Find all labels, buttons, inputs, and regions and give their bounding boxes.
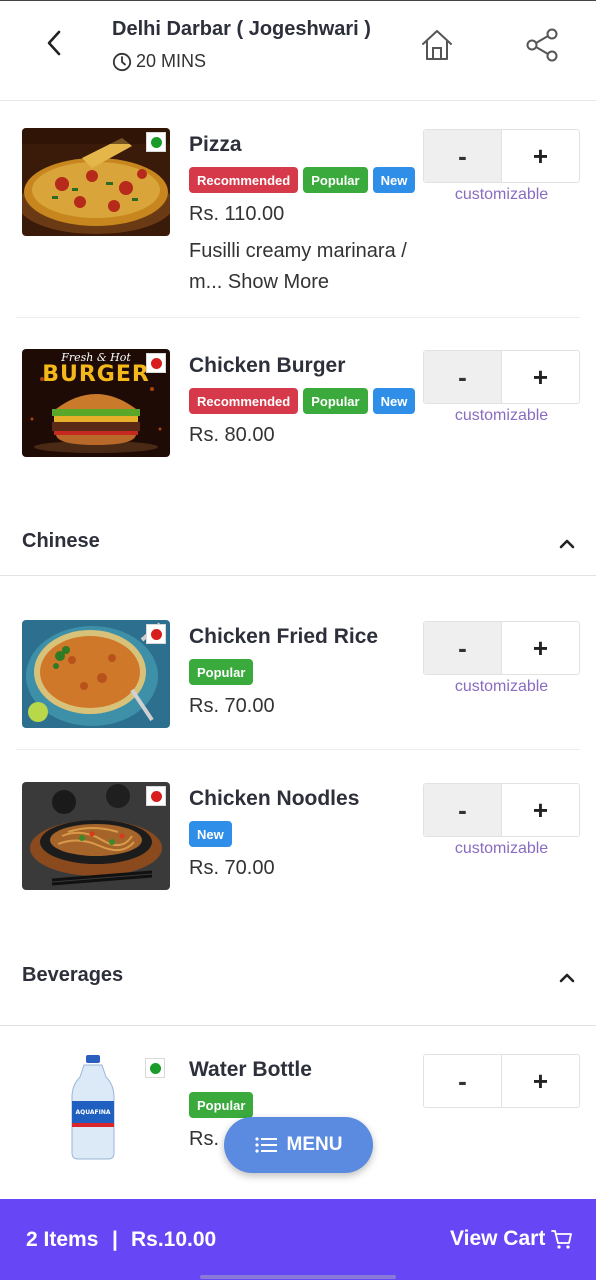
- cart-item-count: 2 Items: [26, 1228, 99, 1251]
- nonveg-badge: [146, 624, 166, 644]
- item-price: Rs. 70.00: [189, 857, 275, 879]
- popular-tag: Popular: [303, 388, 368, 414]
- item-tags: Popular: [189, 659, 254, 685]
- home-button[interactable]: [419, 27, 455, 63]
- list-icon: [254, 1137, 277, 1153]
- popular-tag: Popular: [303, 167, 368, 193]
- customizable-label[interactable]: customizable: [423, 186, 580, 204]
- veg-badge: [145, 1058, 165, 1078]
- chevron-up-icon: [556, 968, 578, 986]
- nonveg-dot: [150, 628, 162, 640]
- fried-rice-image: [22, 620, 170, 728]
- nonveg-badge: [146, 353, 166, 373]
- pizza-image: [22, 128, 170, 236]
- view-cart-button[interactable]: View Cart: [450, 1227, 573, 1251]
- divider: [16, 749, 580, 750]
- home-indicator: [200, 1275, 396, 1279]
- menu-button[interactable]: MENU: [224, 1117, 373, 1173]
- delivery-eta: 20 MINS: [112, 51, 206, 72]
- item-tags: Recommended Popular New: [189, 388, 416, 414]
- item-tags: Popular: [189, 1092, 254, 1118]
- bottle-label-text: AQUAFINA: [75, 1109, 111, 1116]
- nonveg-badge: [146, 786, 166, 806]
- chevron-up-icon: [556, 534, 578, 552]
- recommended-tag: Recommended: [189, 167, 299, 193]
- home-icon: [422, 30, 452, 60]
- divider: [16, 317, 580, 318]
- item-price: Rs. 110.00: [189, 203, 285, 225]
- increase-button[interactable]: +: [502, 130, 579, 182]
- back-button[interactable]: [38, 27, 70, 59]
- customizable-label[interactable]: customizable: [423, 840, 580, 858]
- increase-button[interactable]: +: [502, 1055, 579, 1107]
- customizable-label[interactable]: customizable: [423, 407, 580, 425]
- menu-item: Chicken Noodles New Rs. 70.00 - + custom…: [0, 756, 596, 916]
- menu-item: Fresh & Hot BURGER Chicken Burger Recomm…: [0, 323, 596, 483]
- item-description: Fusilli creamy marinara / m... Show More: [189, 236, 421, 298]
- decrease-button[interactable]: -: [424, 351, 502, 403]
- eta-label: 20 MINS: [136, 51, 207, 71]
- new-tag: New: [189, 821, 232, 847]
- section-title: Chinese: [22, 530, 100, 552]
- menu-button-label: MENU: [286, 1134, 343, 1155]
- share-button[interactable]: [524, 27, 560, 63]
- menu-item: Chicken Fried Rice Popular Rs. 70.00 - +…: [0, 594, 596, 750]
- clock-icon: [112, 52, 132, 71]
- item-tags: Recommended Popular New: [189, 167, 416, 193]
- veg-dot: [149, 1062, 161, 1074]
- cart-icon: [551, 1230, 573, 1249]
- veg-dot: [150, 136, 162, 148]
- restaurant-title: Delhi Darbar ( Jogeshwari ): [112, 18, 371, 40]
- share-icon: [526, 28, 558, 62]
- item-name: Chicken Fried Rice: [189, 625, 379, 648]
- item-name: Chicken Noodles: [189, 787, 360, 810]
- quantity-stepper: - +: [423, 783, 580, 837]
- increase-button[interactable]: +: [502, 784, 579, 836]
- menu-item: AQUAFINA Water Bottle Popular Rs. - +: [0, 1027, 596, 1199]
- section-title: Beverages: [22, 964, 124, 986]
- quantity-stepper: - +: [423, 621, 580, 675]
- quantity-stepper: - +: [423, 129, 580, 183]
- popular-tag: Popular: [189, 1092, 254, 1118]
- section-header-beverages[interactable]: Beverages: [0, 944, 596, 1026]
- quantity-stepper: - +: [423, 1054, 580, 1108]
- decrease-button[interactable]: -: [424, 784, 502, 836]
- noodles-image: [22, 782, 170, 890]
- decrease-button[interactable]: -: [424, 1055, 502, 1107]
- item-tags: New: [189, 821, 232, 847]
- item-name: Water Bottle: [189, 1058, 312, 1081]
- new-tag: New: [372, 167, 416, 193]
- item-price: Rs. 80.00: [189, 424, 275, 446]
- view-cart-label: View Cart: [450, 1227, 546, 1250]
- decrease-button[interactable]: -: [424, 622, 502, 674]
- nonveg-dot: [150, 790, 162, 802]
- increase-button[interactable]: +: [502, 622, 579, 674]
- cart-total: Rs.10.00: [131, 1228, 217, 1251]
- nonveg-dot: [150, 357, 162, 369]
- burger-image: Fresh & Hot BURGER: [22, 349, 170, 457]
- popular-tag: Popular: [189, 659, 254, 685]
- new-tag: New: [372, 388, 416, 414]
- veg-badge: [146, 132, 166, 152]
- restaurant-header: Delhi Darbar ( Jogeshwari ) 20 MINS: [0, 1, 596, 101]
- water-bottle-image: AQUAFINA: [22, 1053, 170, 1161]
- cart-separator: |: [112, 1228, 118, 1251]
- increase-button[interactable]: +: [502, 351, 579, 403]
- customizable-label[interactable]: customizable: [423, 678, 580, 696]
- item-price: Rs.: [189, 1128, 219, 1150]
- recommended-tag: Recommended: [189, 388, 299, 414]
- chevron-left-icon: [47, 30, 61, 56]
- item-name: Chicken Burger: [189, 354, 346, 377]
- show-more-link[interactable]: Show More: [228, 271, 329, 293]
- section-header-chinese[interactable]: Chinese: [0, 510, 596, 576]
- cart-bar[interactable]: 2 Items | Rs.10.00 View Cart: [0, 1199, 596, 1280]
- quantity-stepper: - +: [423, 350, 580, 404]
- item-price: Rs. 70.00: [189, 695, 275, 717]
- item-name: Pizza: [189, 133, 242, 156]
- decrease-button[interactable]: -: [424, 130, 502, 182]
- menu-item: Pizza Recommended Popular New Rs. 110.00…: [0, 102, 596, 319]
